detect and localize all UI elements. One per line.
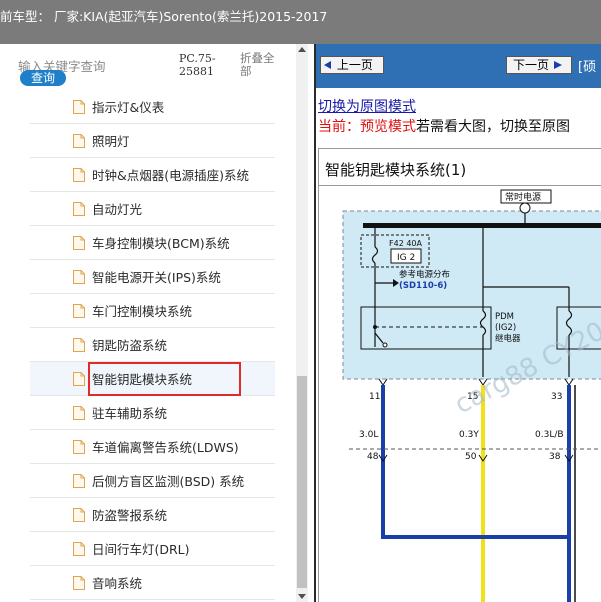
wiring-diagram-svg: 常时电源 F42 40A IG 2 参考电源分布 (SD110-6) PDM (… [342,189,601,602]
tree-item-label: 时钟&点烟器(电源插座)系统 [92,168,250,183]
viewer-toolbar: 上一页 下一页 [硕 [316,44,601,88]
tree-item[interactable]: 车道偏离警告系统(LDWS) [30,430,275,464]
tree-item[interactable]: 防盗警报系统 [30,498,275,532]
page-title: 前车型： 厂家:KIA(起亚汽车)Sorento(索兰托)2015-2017 [0,9,328,24]
scroll-up-arrow-icon[interactable] [296,44,308,56]
vertical-scrollbar[interactable] [296,44,308,602]
tree-item-label: 车身控制模块(BCM)系统 [92,236,230,251]
collapse-all-link[interactable]: 折叠全部 [240,52,284,78]
mode-prefix: 当前： [318,119,360,135]
diagram-title: 智能钥匙模块系统(1) [325,161,467,179]
title-bar: 前车型： 厂家:KIA(起亚汽车)Sorento(索兰托)2015-2017 [0,0,601,44]
scroll-down-arrow-icon[interactable] [296,590,308,602]
mode-current: 预览模式 [360,119,416,135]
document-icon [72,575,86,591]
wire-blue-return [381,477,569,539]
tree-item-label: 钥匙防盗系统 [92,338,168,353]
tree-item[interactable]: 自动灯光 [30,192,275,226]
document-icon [72,303,86,319]
wire-label-1: 3.0L [359,430,378,440]
tree-item-label: 后侧方盲区监测(BSD) 系统 [92,474,245,489]
document-icon [72,541,86,557]
search-button[interactable]: 查询 [20,70,66,86]
tree-item[interactable]: 照明灯 [30,124,275,158]
relay-label-3: 继电器 [495,333,521,344]
tree-item[interactable]: 智能钥匙模块系统 [30,362,275,396]
fuse-label: F42 40A [389,239,423,248]
tree-item-label: 车门控制模块系统 [92,304,193,319]
document-icon [72,473,86,489]
toolbar-extra-text: [硕 [578,60,597,75]
tree-item-label: 智能钥匙模块系统 [92,372,193,387]
tree-item[interactable]: 指示灯&仪表 [30,90,275,124]
tree-item[interactable]: 智能电源开关(IPS)系统 [30,260,275,294]
power-terminal-icon [519,202,531,214]
document-icon [72,405,86,421]
arrow-left-icon [324,61,331,69]
fuse-name: IG 2 [397,253,415,263]
tree-item-label: 防盗警报系统 [92,508,168,523]
tree-item-label: 指示灯&仪表 [92,100,165,115]
tree-item-label: 日间行车灯(DRL) [92,542,190,557]
pin-bottom-2: 50 [465,452,477,462]
tree-item[interactable]: 日间行车灯(DRL) [30,532,275,566]
pin-bottom-1: 48 [367,452,379,462]
tree-item[interactable]: 音响系统 [30,566,275,600]
tree-item-label: 音响系统 [92,576,143,591]
next-page-label: 下一页 [513,58,550,72]
relay-node [373,325,377,329]
tree-item-label: 驻车辅助系统 [92,406,168,421]
document-icon [72,133,86,149]
left-panel: 输入关键字查询 查询 PC.75-25881 折叠全部 指示灯&仪表 照明灯 时钟&… [0,44,308,602]
tree-item[interactable]: 钥匙防盗系统 [30,328,275,362]
tree-item[interactable]: 时钟&点烟器(电源插座)系统 [30,158,275,192]
pc-code: PC.75-25881 [179,52,216,78]
pin-top-1: 11 [369,392,380,402]
prev-page-button[interactable]: 上一页 [320,56,384,74]
relay-contact [382,342,388,348]
document-icon [72,337,86,353]
power-label: 常时电源 [505,191,541,203]
ref-label: 参考电源分布 [399,269,450,280]
tree-item[interactable]: 后侧方盲区监测(BSD) 系统 [30,464,275,498]
wire-label-2: 0.3Y [459,430,479,440]
document-icon [72,507,86,523]
tree-list: 指示灯&仪表 照明灯时钟&点烟器(电源插座)系统 自动灯光车身控制模块(BCM)系统… [0,90,296,602]
document-icon [72,99,86,115]
next-page-button[interactable]: 下一页 [506,56,572,74]
busbar [363,223,601,228]
arrow-right-icon [553,61,562,69]
prev-page-label: 上一页 [336,58,373,72]
document-icon [72,371,86,387]
wire-label-3: 0.3L/B [535,430,564,440]
relay-label-2: (IG2) [495,323,516,333]
tree-item-label: 车道偏离警告系统(LDWS) [92,440,239,455]
tree-item[interactable]: 驻车辅助系统 [30,396,275,430]
document-icon [72,167,86,183]
pin-bottom-3: 38 [549,452,561,462]
mode-status: 当前：预览模式若需看大图，切换至原图 [318,116,570,136]
document-icon [72,235,86,251]
diagram-divider [319,185,601,186]
document-icon [72,439,86,455]
mode-hint: 若需看大图，切换至原图 [416,119,570,135]
tree-item-label: 智能电源开关(IPS)系统 [92,270,221,285]
document-icon [72,269,86,285]
wiring-diagram: 智能钥匙模块系统(1) 常时电源 F42 40A IG 2 参考电源分布 (SD… [318,148,601,602]
document-icon [72,201,86,217]
ref-code: (SD110-6) [399,281,447,291]
tree-item[interactable]: 车身控制模块(BCM)系统 [30,226,275,260]
tree-item-label: 自动灯光 [92,202,143,217]
tree-item[interactable]: 车门控制模块系统 [30,294,275,328]
viewer-panel: 上一页 下一页 [硕 切换为原图模式 当前：预览模式若需看大图，切换至原图 智能… [314,44,601,602]
relay-label-1: PDM [495,312,514,322]
tree-item-label: 照明灯 [92,134,130,149]
pin-top-3: 33 [551,392,562,402]
switch-original-mode-link[interactable]: 切换为原图模式 [318,96,416,116]
scroll-thumb[interactable] [297,376,307,588]
